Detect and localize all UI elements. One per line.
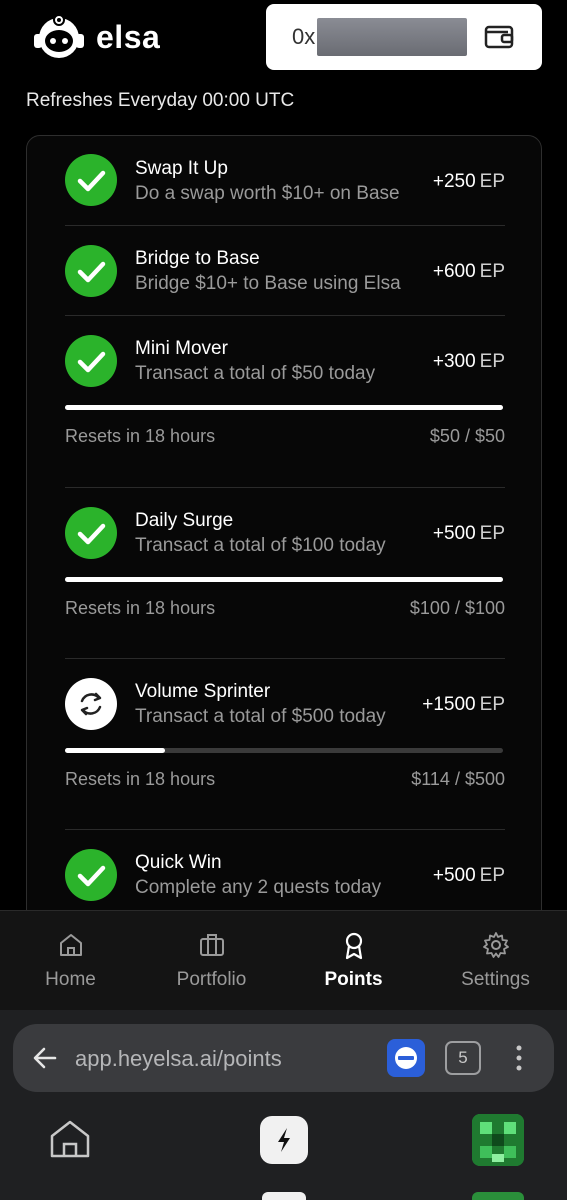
points-value: +500: [432, 523, 476, 544]
check-icon: [65, 335, 117, 387]
quest-item[interactable]: Volume Sprinter Transact a total of $500…: [65, 659, 505, 830]
refresh-icon: [65, 678, 117, 730]
quest-item[interactable]: Mini Mover Transact a total of $50 today…: [65, 316, 505, 488]
wallet-address-prefix: 0x: [292, 24, 316, 49]
progress-fill: [65, 577, 503, 582]
app-header: elsa 0x: [0, 0, 567, 80]
points-value: +500: [432, 865, 476, 886]
points-unit: EP: [479, 523, 505, 544]
quest-points: +1500 EP: [422, 694, 505, 716]
quest-title: Volume Sprinter: [135, 681, 271, 702]
nav-points[interactable]: Points: [283, 911, 424, 1011]
quest-title: Daily Surge: [135, 510, 234, 531]
award-ribbon-icon: [345, 932, 363, 960]
nav-home-label: Home: [45, 969, 96, 990]
check-icon: [65, 849, 117, 901]
quest-item[interactable]: Bridge to Base Bridge $10+ to Base using…: [65, 226, 505, 316]
quest-points: +300 EP: [433, 351, 505, 373]
pixel-avatar-icon: [472, 1114, 524, 1166]
nav-portfolio-label: Portfolio: [176, 969, 247, 990]
brand-name: elsa: [96, 18, 161, 55]
progress-bar: [65, 577, 503, 582]
points-value: +300: [432, 351, 476, 372]
url-text[interactable]: app.heyelsa.ai/points: [75, 1046, 282, 1072]
peek-tile: [262, 1192, 306, 1200]
points-value: +250: [432, 171, 476, 192]
points-value: +600: [432, 261, 476, 282]
quest-description: Do a swap worth $10+ on Base: [135, 183, 400, 204]
quest-description: Complete any 2 quests today: [135, 877, 382, 898]
quest-title: Mini Mover: [135, 338, 228, 359]
quest-title: Bridge to Base: [135, 248, 260, 269]
nav-home[interactable]: Home: [0, 911, 141, 1011]
progress-amount: $50 / $50: [429, 426, 505, 446]
extension-button[interactable]: [387, 1039, 425, 1077]
quest-description: Transact a total of $100 today: [135, 535, 386, 556]
quest-points: +600 EP: [433, 261, 505, 283]
gear-icon: [483, 932, 509, 958]
reset-timer: Resets in 18 hours: [65, 426, 216, 446]
points-unit: EP: [479, 171, 505, 192]
quest-description: Transact a total of $50 today: [135, 363, 376, 384]
points-unit: EP: [479, 865, 505, 886]
browser-chrome: app.heyelsa.ai/points 5: [0, 1010, 567, 1200]
briefcase-icon: [200, 934, 224, 956]
reset-timer: Resets in 18 hours: [65, 769, 216, 789]
quest-description: Transact a total of $500 today: [135, 706, 386, 727]
profile-avatar[interactable]: [472, 1114, 524, 1166]
back-arrow-icon[interactable]: [31, 1044, 59, 1072]
progress-bar: [65, 405, 503, 410]
check-icon: [65, 507, 117, 559]
home-icon: [60, 934, 82, 956]
wallet-icon: [484, 25, 514, 49]
brand-logo[interactable]: elsa: [30, 14, 160, 60]
progress-fill: [65, 405, 503, 410]
quest-description: Bridge $10+ to Base using Elsa: [135, 273, 401, 294]
check-icon: [65, 245, 117, 297]
points-unit: EP: [479, 351, 505, 372]
quest-item[interactable]: Daily Surge Transact a total of $100 tod…: [65, 488, 505, 659]
progress-fill: [65, 748, 165, 753]
tabs-button[interactable]: 5: [445, 1041, 481, 1075]
quest-title: Swap It Up: [135, 158, 228, 179]
browser-home-icon[interactable]: [48, 1118, 92, 1160]
points-unit: EP: [479, 261, 505, 282]
quest-points: +250 EP: [433, 171, 505, 193]
more-menu-icon[interactable]: [513, 1044, 525, 1072]
quest-item[interactable]: Swap It Up Do a swap worth $10+ on Base …: [65, 136, 505, 226]
quest-title: Quick Win: [135, 852, 222, 873]
nav-settings[interactable]: Settings: [425, 911, 566, 1011]
nav-portfolio[interactable]: Portfolio: [141, 911, 282, 1011]
extension-icon: [395, 1047, 417, 1069]
progress-bar: [65, 748, 503, 753]
peek-tile: [472, 1192, 524, 1200]
elsa-mascot-icon: [34, 14, 84, 58]
shortcut-button[interactable]: [260, 1116, 308, 1164]
progress-amount: $114 / $500: [411, 769, 505, 789]
quest-points: +500 EP: [433, 523, 505, 545]
refresh-note: Refreshes Everyday 00:00 UTC: [26, 90, 295, 111]
check-icon: [65, 154, 117, 206]
nav-points-label: Points: [324, 969, 383, 990]
nav-settings-label: Settings: [461, 969, 530, 990]
quest-points: +500 EP: [433, 865, 505, 887]
progress-amount: $100 / $100: [409, 598, 505, 618]
wallet-button[interactable]: 0x: [266, 4, 542, 70]
lightning-icon: [278, 1128, 290, 1152]
wallet-address-redacted: [317, 18, 468, 56]
bottom-nav: Home Portfolio Points Settings: [0, 910, 567, 1010]
points-value: +1500: [422, 694, 476, 715]
points-unit: EP: [479, 694, 505, 715]
reset-timer: Resets in 18 hours: [65, 598, 216, 618]
url-bar[interactable]: app.heyelsa.ai/points 5: [13, 1024, 554, 1092]
quests-card: Swap It Up Do a swap worth $10+ on Base …: [26, 135, 542, 935]
